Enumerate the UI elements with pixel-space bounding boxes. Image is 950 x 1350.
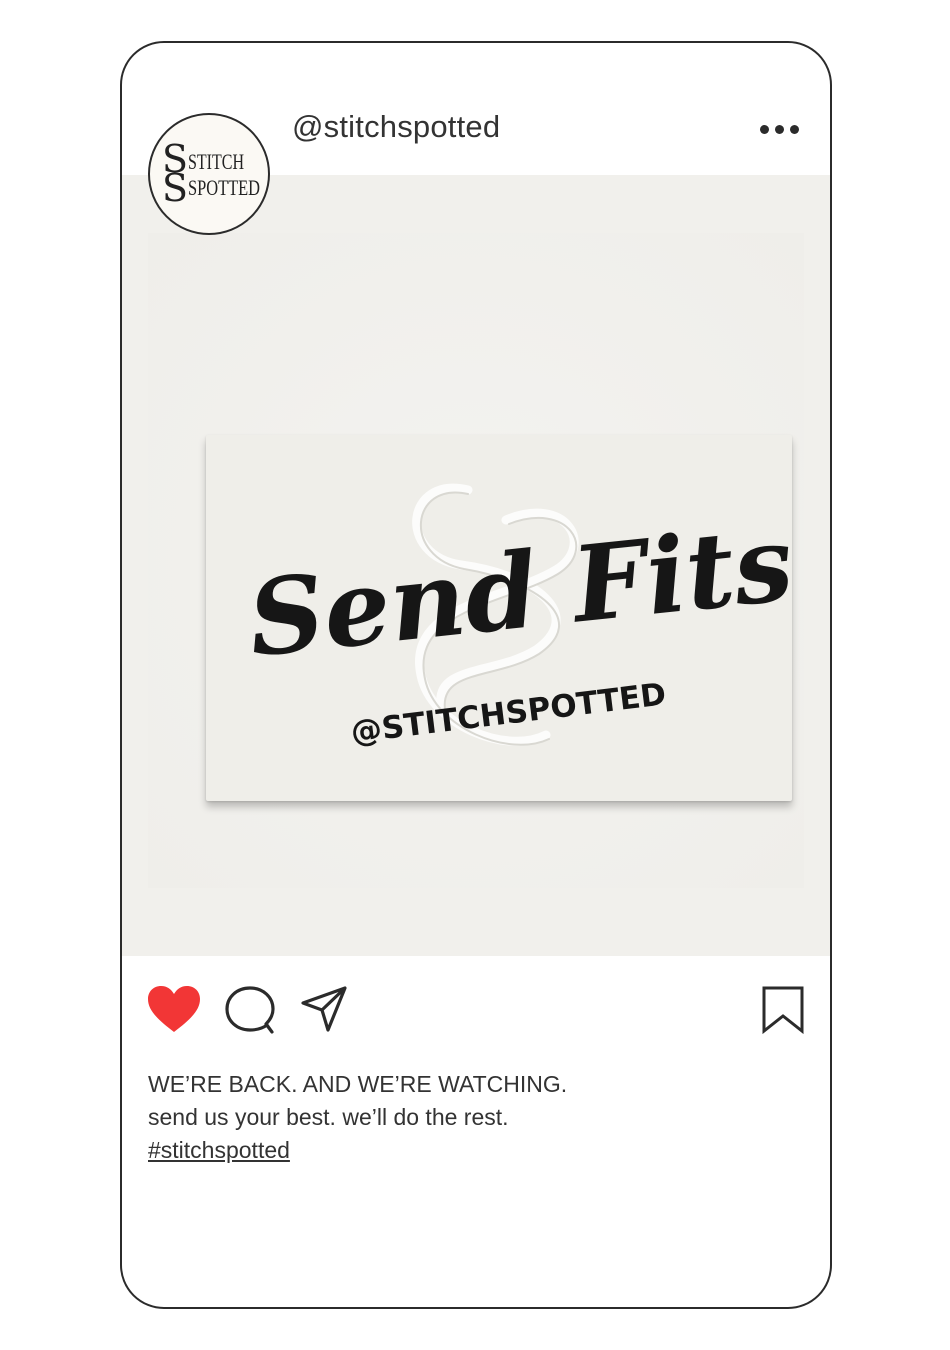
card-artwork: Send Fits! @STITCHSPOTTED xyxy=(243,483,792,751)
caption-line: WE’RE BACK. AND WE’RE WATCHING. xyxy=(148,1071,568,1097)
hashtag-link[interactable]: #stitchspotted xyxy=(148,1134,567,1167)
stitchspotted-logo: S S STITCH SPOTTED xyxy=(162,137,260,210)
caption-line: send us your best. we’ll do the rest. xyxy=(148,1104,509,1130)
avatar[interactable]: S S STITCH SPOTTED xyxy=(148,113,270,235)
comment-icon[interactable] xyxy=(225,986,275,1036)
instagram-post-card: Send Fits! @STITCHSPOTTED S S STITCH SPO… xyxy=(120,41,832,1309)
photo-backdrop: Send Fits! @STITCHSPOTTED xyxy=(148,233,804,888)
heart-icon[interactable] xyxy=(147,986,201,1034)
post-image[interactable]: Send Fits! @STITCHSPOTTED xyxy=(122,175,830,956)
more-options-icon[interactable] xyxy=(758,123,802,137)
card-headline: Send Fits! xyxy=(243,496,792,680)
bookmark-icon[interactable] xyxy=(762,986,804,1034)
svg-text:STITCH: STITCH xyxy=(188,149,244,174)
svg-text:S: S xyxy=(162,166,188,210)
svg-text:SPOTTED: SPOTTED xyxy=(188,175,260,200)
post-caption: WE’RE BACK. AND WE’RE WATCHING. send us … xyxy=(148,1068,567,1167)
paper-plane-icon[interactable] xyxy=(300,986,348,1034)
business-card: Send Fits! @STITCHSPOTTED xyxy=(206,435,792,801)
username-link[interactable]: @stitchspotted xyxy=(292,109,500,145)
